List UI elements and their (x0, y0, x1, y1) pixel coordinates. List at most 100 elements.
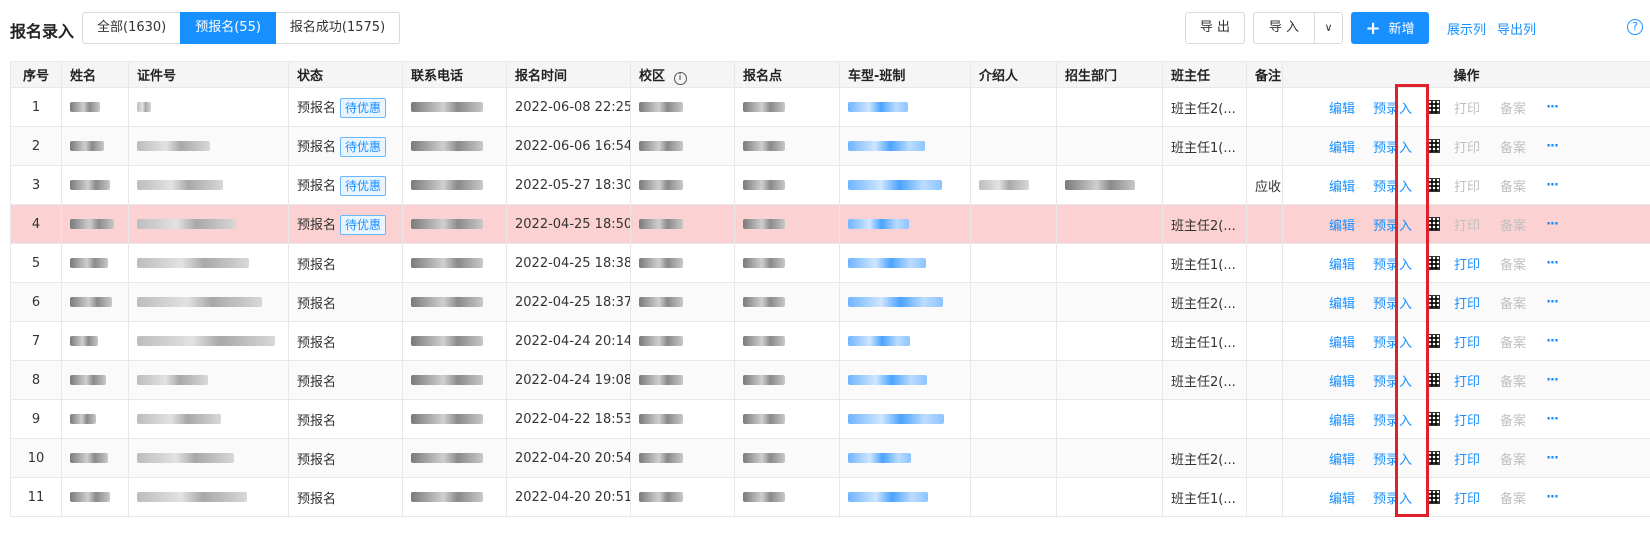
more-icon[interactable]: ··· (1546, 139, 1559, 154)
cell-vehicle-class[interactable] (839, 243, 971, 283)
print-button[interactable]: 打印 (1454, 488, 1480, 507)
edit-button[interactable]: 编辑 (1329, 410, 1355, 429)
status-text: 预报名 (297, 178, 337, 194)
redacted-signup-point (743, 141, 785, 151)
cell-referrer (970, 204, 1057, 244)
add-button[interactable]: + 新增 (1351, 12, 1429, 44)
redacted-id (137, 258, 249, 268)
print-button[interactable]: 打印 (1454, 215, 1480, 234)
cell-status: 预报名 (288, 399, 403, 439)
cell-vehicle-class[interactable] (839, 477, 971, 517)
cell-note: 应收 (1246, 165, 1283, 205)
more-icon[interactable]: ··· (1546, 178, 1559, 193)
edit-button[interactable]: 编辑 (1329, 371, 1355, 390)
edit-button[interactable]: 编辑 (1329, 254, 1355, 273)
more-icon[interactable]: ··· (1546, 295, 1559, 310)
print-button[interactable]: 打印 (1454, 332, 1480, 351)
print-button[interactable]: 打印 (1454, 371, 1480, 390)
cell-vehicle-class[interactable] (839, 321, 971, 361)
redacted-recruit-dept (1065, 180, 1135, 190)
redacted-name (70, 492, 110, 502)
more-icon[interactable]: ··· (1546, 412, 1559, 427)
col-header-phone: 联系电话 (402, 61, 507, 88)
record-button[interactable]: 备案 (1500, 215, 1526, 234)
record-button[interactable]: 备案 (1500, 371, 1526, 390)
print-button[interactable]: 打印 (1454, 449, 1480, 468)
edit-button[interactable]: 编辑 (1329, 449, 1355, 468)
cell-vehicle-class[interactable] (839, 204, 971, 244)
edit-button[interactable]: 编辑 (1329, 293, 1355, 312)
cell-recruit-dept (1056, 282, 1163, 322)
tab-pre-registration[interactable]: 预报名(55) (180, 12, 276, 44)
more-icon[interactable]: ··· (1546, 256, 1559, 271)
record-button[interactable]: 备案 (1500, 410, 1526, 429)
cell-recruit-dept (1056, 87, 1163, 127)
print-button[interactable]: 打印 (1454, 410, 1480, 429)
cell-vehicle-class[interactable] (839, 87, 971, 127)
more-icon[interactable]: ··· (1546, 334, 1559, 349)
cell-head-teacher: 班主任2(... (1162, 438, 1247, 478)
cell-index: 5 (10, 243, 62, 283)
import-dropdown-chevron-icon[interactable]: ∨ (1314, 12, 1343, 44)
record-button[interactable]: 备案 (1500, 254, 1526, 273)
more-icon[interactable]: ··· (1546, 217, 1559, 232)
redacted-signup-point (743, 219, 785, 229)
redacted-vehicle-class (848, 375, 927, 385)
cell-vehicle-class[interactable] (839, 282, 971, 322)
cell-signup-time: 2022-05-27 18:30 (506, 165, 631, 205)
record-button[interactable]: 备案 (1500, 332, 1526, 351)
cell-referrer (970, 282, 1057, 322)
cell-signup-point (734, 321, 840, 361)
edit-button[interactable]: 编辑 (1329, 176, 1355, 195)
print-button[interactable]: 打印 (1454, 137, 1480, 156)
print-button[interactable]: 打印 (1454, 293, 1480, 312)
cell-name (61, 477, 129, 517)
print-button[interactable]: 打印 (1454, 254, 1480, 273)
cell-signup-point (734, 126, 840, 166)
print-button[interactable]: 打印 (1454, 98, 1480, 117)
cell-id-number (128, 282, 289, 322)
tab-registration-success[interactable]: 报名成功(1575) (274, 12, 401, 44)
cell-status: 预报名 (288, 243, 403, 283)
cell-vehicle-class[interactable] (839, 438, 971, 478)
print-button[interactable]: 打印 (1454, 176, 1480, 195)
redacted-id (137, 102, 151, 112)
cell-id-number (128, 243, 289, 283)
edit-button[interactable]: 编辑 (1329, 332, 1355, 351)
edit-button[interactable]: 编辑 (1329, 488, 1355, 507)
cell-vehicle-class[interactable] (839, 360, 971, 400)
cell-vehicle-class[interactable] (839, 399, 971, 439)
cell-status: 预报名 待优惠 (288, 126, 403, 166)
col-header-vehicle-class: 车型-班制 (839, 61, 971, 88)
cell-name (61, 87, 129, 127)
export-columns-link[interactable]: 导出列 (1497, 19, 1536, 38)
export-button[interactable]: 导 出 (1185, 12, 1245, 44)
more-icon[interactable]: ··· (1546, 373, 1559, 388)
cell-recruit-dept (1056, 399, 1163, 439)
info-icon[interactable]: i (673, 71, 687, 85)
record-button[interactable]: 备案 (1500, 293, 1526, 312)
help-icon[interactable]: ? (1627, 19, 1643, 35)
tab-all[interactable]: 全部(1630) (82, 12, 182, 44)
record-button[interactable]: 备案 (1500, 137, 1526, 156)
record-button[interactable]: 备案 (1500, 98, 1526, 117)
show-columns-link[interactable]: 展示列 (1447, 19, 1486, 38)
more-icon[interactable]: ··· (1546, 100, 1559, 115)
record-button[interactable]: 备案 (1500, 449, 1526, 468)
cell-vehicle-class[interactable] (839, 126, 971, 166)
cell-campus (630, 165, 735, 205)
import-button[interactable]: 导 入 (1253, 12, 1315, 44)
record-button[interactable]: 备案 (1500, 488, 1526, 507)
more-icon[interactable]: ··· (1546, 451, 1559, 466)
redacted-signup-point (743, 492, 785, 502)
edit-button[interactable]: 编辑 (1329, 137, 1355, 156)
record-button[interactable]: 备案 (1500, 176, 1526, 195)
edit-button[interactable]: 编辑 (1329, 98, 1355, 117)
cell-vehicle-class[interactable] (839, 165, 971, 205)
more-icon[interactable]: ··· (1546, 490, 1559, 505)
redacted-phone (411, 258, 483, 268)
edit-button[interactable]: 编辑 (1329, 215, 1355, 234)
cell-note (1246, 87, 1283, 127)
status-badge: 待优惠 (340, 97, 387, 118)
redacted-phone (411, 414, 483, 424)
